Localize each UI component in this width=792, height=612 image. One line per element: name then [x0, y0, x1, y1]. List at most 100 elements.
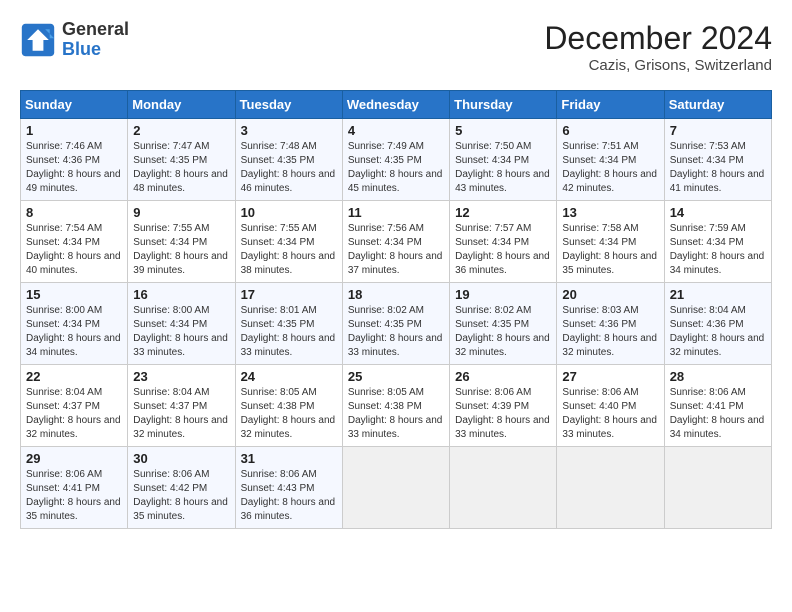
- day-cell: 14 Sunrise: 7:59 AMSunset: 4:34 PMDayligh…: [664, 201, 771, 283]
- day-cell: 28 Sunrise: 8:06 AMSunset: 4:41 PMDayligh…: [664, 365, 771, 447]
- day-cell: 22 Sunrise: 8:04 AMSunset: 4:37 PMDayligh…: [21, 365, 128, 447]
- day-number: 20: [562, 287, 658, 302]
- day-cell: 25 Sunrise: 8:05 AMSunset: 4:38 PMDayligh…: [342, 365, 449, 447]
- day-number: 30: [133, 451, 229, 466]
- day-cell: 24Sunrise: 8:05 AMSunset: 4:38 PMDayligh…: [235, 365, 342, 447]
- day-info: Sunrise: 7:46 AMSunset: 4:36 PMDaylight:…: [26, 140, 122, 196]
- day-cell: 29Sunrise: 8:06 AMSunset: 4:41 PMDayligh…: [21, 447, 128, 529]
- day-cell: 12 Sunrise: 7:57 AMSunset: 4:34 PMDayligh…: [450, 201, 557, 283]
- month-title: December 2024: [544, 20, 772, 57]
- day-cell: 21 Sunrise: 8:04 AMSunset: 4:36 PMDayligh…: [664, 283, 771, 365]
- day-number: 5: [455, 123, 551, 138]
- day-number: 14: [670, 205, 766, 220]
- week-row-4: 22 Sunrise: 8:04 AMSunset: 4:37 PMDayligh…: [21, 365, 772, 447]
- day-cell: 8 Sunrise: 7:54 AMSunset: 4:34 PMDaylight…: [21, 201, 128, 283]
- day-cell: [342, 447, 449, 529]
- day-info: Sunrise: 8:06 AMSunset: 4:41 PMDaylight:…: [670, 386, 766, 442]
- week-row-1: 1 Sunrise: 7:46 AMSunset: 4:36 PMDaylight…: [21, 119, 772, 201]
- day-info: Sunrise: 7:51 AMSunset: 4:34 PMDaylight:…: [562, 140, 658, 196]
- week-row-5: 29Sunrise: 8:06 AMSunset: 4:41 PMDayligh…: [21, 447, 772, 529]
- day-number: 19: [455, 287, 551, 302]
- day-info: Sunrise: 7:58 AMSunset: 4:34 PMDaylight:…: [562, 222, 658, 278]
- location-subtitle: Cazis, Grisons, Switzerland: [544, 57, 772, 74]
- day-cell: 11 Sunrise: 7:56 AMSunset: 4:34 PMDayligh…: [342, 201, 449, 283]
- title-area: December 2024 Cazis, Grisons, Switzerlan…: [544, 20, 772, 74]
- col-friday: Friday: [557, 91, 664, 119]
- day-number: 12: [455, 205, 551, 220]
- day-number: 6: [562, 123, 658, 138]
- day-number: 7: [670, 123, 766, 138]
- logo-text: General Blue: [62, 20, 129, 60]
- day-info: Sunrise: 8:06 AMSunset: 4:40 PMDaylight:…: [562, 386, 658, 442]
- day-number: 15: [26, 287, 122, 302]
- day-number: 25: [348, 369, 444, 384]
- day-number: 23: [133, 369, 229, 384]
- day-cell: 1 Sunrise: 7:46 AMSunset: 4:36 PMDaylight…: [21, 119, 128, 201]
- day-number: 3: [241, 123, 337, 138]
- logo-icon: [20, 22, 56, 58]
- day-number: 17: [241, 287, 337, 302]
- day-number: 18: [348, 287, 444, 302]
- day-cell: 9 Sunrise: 7:55 AMSunset: 4:34 PMDaylight…: [128, 201, 235, 283]
- day-info: Sunrise: 8:06 AMSunset: 4:41 PMDaylight:…: [26, 468, 122, 524]
- day-info: Sunrise: 7:49 AMSunset: 4:35 PMDaylight:…: [348, 140, 444, 196]
- day-info: Sunrise: 8:06 AMSunset: 4:39 PMDaylight:…: [455, 386, 551, 442]
- day-cell: 4Sunrise: 7:49 AMSunset: 4:35 PMDaylight…: [342, 119, 449, 201]
- col-sunday: Sunday: [21, 91, 128, 119]
- day-info: Sunrise: 7:55 AMSunset: 4:34 PMDaylight:…: [133, 222, 229, 278]
- day-number: 10: [241, 205, 337, 220]
- day-info: Sunrise: 7:56 AMSunset: 4:34 PMDaylight:…: [348, 222, 444, 278]
- day-info: Sunrise: 8:06 AMSunset: 4:43 PMDaylight:…: [241, 468, 337, 524]
- day-info: Sunrise: 8:00 AMSunset: 4:34 PMDaylight:…: [26, 304, 122, 360]
- day-number: 28: [670, 369, 766, 384]
- day-number: 26: [455, 369, 551, 384]
- day-info: Sunrise: 8:05 AMSunset: 4:38 PMDaylight:…: [241, 386, 337, 442]
- day-number: 1: [26, 123, 122, 138]
- day-cell: 31 Sunrise: 8:06 AMSunset: 4:43 PMDayligh…: [235, 447, 342, 529]
- day-cell: 2 Sunrise: 7:47 AMSunset: 4:35 PMDaylight…: [128, 119, 235, 201]
- header: General Blue December 2024 Cazis, Grison…: [20, 20, 772, 74]
- day-number: 8: [26, 205, 122, 220]
- header-row: Sunday Monday Tuesday Wednesday Thursday…: [21, 91, 772, 119]
- day-number: 11: [348, 205, 444, 220]
- day-number: 16: [133, 287, 229, 302]
- day-info: Sunrise: 7:57 AMSunset: 4:34 PMDaylight:…: [455, 222, 551, 278]
- day-cell: 23Sunrise: 8:04 AMSunset: 4:37 PMDayligh…: [128, 365, 235, 447]
- day-info: Sunrise: 8:02 AMSunset: 4:35 PMDaylight:…: [455, 304, 551, 360]
- day-number: 27: [562, 369, 658, 384]
- day-cell: [450, 447, 557, 529]
- calendar-table: Sunday Monday Tuesday Wednesday Thursday…: [20, 90, 772, 529]
- day-cell: 6 Sunrise: 7:51 AMSunset: 4:34 PMDaylight…: [557, 119, 664, 201]
- day-info: Sunrise: 8:06 AMSunset: 4:42 PMDaylight:…: [133, 468, 229, 524]
- day-info: Sunrise: 7:54 AMSunset: 4:34 PMDaylight:…: [26, 222, 122, 278]
- day-cell: 5Sunrise: 7:50 AMSunset: 4:34 PMDaylight…: [450, 119, 557, 201]
- day-number: 9: [133, 205, 229, 220]
- day-cell: [557, 447, 664, 529]
- day-info: Sunrise: 7:48 AMSunset: 4:35 PMDaylight:…: [241, 140, 337, 196]
- day-info: Sunrise: 7:59 AMSunset: 4:34 PMDaylight:…: [670, 222, 766, 278]
- day-info: Sunrise: 8:04 AMSunset: 4:36 PMDaylight:…: [670, 304, 766, 360]
- day-cell: 3 Sunrise: 7:48 AMSunset: 4:35 PMDaylight…: [235, 119, 342, 201]
- day-cell: 19 Sunrise: 8:02 AMSunset: 4:35 PMDayligh…: [450, 283, 557, 365]
- day-cell: [664, 447, 771, 529]
- col-wednesday: Wednesday: [342, 91, 449, 119]
- day-info: Sunrise: 8:05 AMSunset: 4:38 PMDaylight:…: [348, 386, 444, 442]
- day-number: 2: [133, 123, 229, 138]
- day-cell: 16 Sunrise: 8:00 AMSunset: 4:34 PMDayligh…: [128, 283, 235, 365]
- calendar-body: 1 Sunrise: 7:46 AMSunset: 4:36 PMDaylight…: [21, 119, 772, 529]
- day-cell: 18Sunrise: 8:02 AMSunset: 4:35 PMDayligh…: [342, 283, 449, 365]
- day-info: Sunrise: 7:53 AMSunset: 4:34 PMDaylight:…: [670, 140, 766, 196]
- day-info: Sunrise: 8:03 AMSunset: 4:36 PMDaylight:…: [562, 304, 658, 360]
- day-info: Sunrise: 8:00 AMSunset: 4:34 PMDaylight:…: [133, 304, 229, 360]
- day-number: 21: [670, 287, 766, 302]
- day-info: Sunrise: 8:01 AMSunset: 4:35 PMDaylight:…: [241, 304, 337, 360]
- logo: General Blue: [20, 20, 129, 60]
- day-cell: 30 Sunrise: 8:06 AMSunset: 4:42 PMDayligh…: [128, 447, 235, 529]
- day-cell: 26 Sunrise: 8:06 AMSunset: 4:39 PMDayligh…: [450, 365, 557, 447]
- day-number: 31: [241, 451, 337, 466]
- day-number: 22: [26, 369, 122, 384]
- day-info: Sunrise: 7:47 AMSunset: 4:35 PMDaylight:…: [133, 140, 229, 196]
- col-monday: Monday: [128, 91, 235, 119]
- day-info: Sunrise: 8:04 AMSunset: 4:37 PMDaylight:…: [26, 386, 122, 442]
- week-row-2: 8 Sunrise: 7:54 AMSunset: 4:34 PMDaylight…: [21, 201, 772, 283]
